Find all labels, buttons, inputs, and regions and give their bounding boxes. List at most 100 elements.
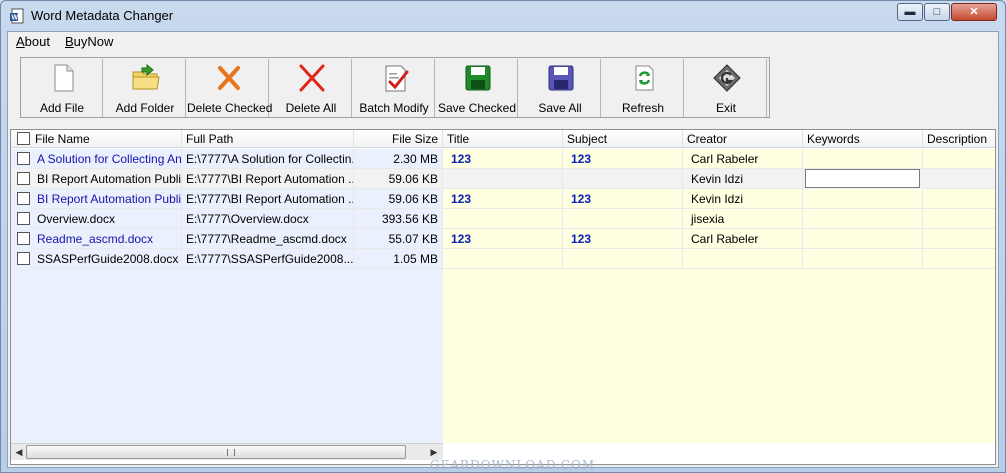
scroll-right-arrow-icon[interactable]: ▶ [428, 446, 440, 458]
keywords-cell[interactable] [803, 149, 923, 169]
subject-cell[interactable] [563, 209, 683, 229]
svg-text:W: W [12, 15, 19, 22]
refresh-button[interactable]: Refresh [602, 59, 684, 117]
delete-all-label: Delete All [285, 101, 337, 115]
batch-modify-label: Batch Modify [359, 101, 429, 115]
file-size-cell: 59.06 KB [354, 189, 443, 209]
creator-cell[interactable]: Carl Rabeler [683, 229, 803, 249]
scroll-left-arrow-icon[interactable]: ◀ [13, 446, 25, 458]
column-header-title[interactable]: Title [443, 130, 563, 148]
table-row[interactable]: BI Report Automation Publis... E:\7777\B… [11, 189, 995, 209]
column-header-full-path[interactable]: Full Path [182, 130, 354, 148]
refresh-label: Refresh [621, 101, 665, 115]
description-cell[interactable] [923, 249, 995, 269]
menu-about-label: bout [24, 34, 50, 49]
title-cell[interactable] [443, 209, 563, 229]
subject-cell[interactable]: 123 [563, 229, 683, 249]
delete-checked-button[interactable]: Delete Checked [187, 59, 272, 117]
file-name-cell: Overview.docx [33, 209, 182, 229]
add-file-button[interactable]: Add File [21, 59, 103, 117]
description-cell[interactable] [923, 209, 995, 229]
file-size-cell: 59.06 KB [354, 169, 443, 189]
description-cell[interactable] [923, 169, 995, 189]
close-button[interactable]: ✕ [951, 3, 997, 21]
keywords-cell[interactable] [803, 249, 923, 269]
select-all-checkbox[interactable] [17, 132, 30, 145]
column-header-keywords[interactable]: Keywords [803, 130, 923, 148]
title-cell[interactable]: 123 [443, 189, 563, 209]
refresh-icon [635, 65, 654, 91]
table-row[interactable]: BI Report Automation Publis... E:\7777\B… [11, 169, 995, 189]
column-header-file-size[interactable]: File Size [354, 130, 443, 148]
description-cell[interactable] [923, 229, 995, 249]
creator-cell[interactable]: jisexia [683, 209, 803, 229]
row-checkbox[interactable] [17, 192, 30, 205]
column-header-file-name[interactable]: File Name [11, 130, 182, 148]
file-name-cell: BI Report Automation Publis... [33, 169, 182, 189]
menu-about[interactable]: About [16, 34, 50, 49]
file-name-cell: Readme_ascmd.docx [33, 229, 182, 249]
delete-all-button[interactable]: Delete All [270, 59, 352, 117]
batch-modify-icon [385, 65, 409, 92]
add-folder-label: Add Folder [115, 101, 175, 115]
title-cell[interactable]: 123 [443, 229, 563, 249]
description-cell[interactable] [923, 149, 995, 169]
save-checked-button[interactable]: Save Checked [436, 59, 518, 117]
menu-buynow[interactable]: BuyNow [65, 34, 113, 49]
add-folder-button[interactable]: Add Folder [104, 59, 186, 117]
keywords-cell[interactable] [803, 209, 923, 229]
subject-cell[interactable] [563, 169, 683, 189]
subject-cell[interactable]: 123 [563, 189, 683, 209]
keywords-cell[interactable] [803, 229, 923, 249]
scroll-thumb[interactable] [26, 445, 406, 459]
delete-all-icon [299, 64, 325, 92]
file-name-cell: BI Report Automation Publis... [33, 189, 182, 209]
horizontal-scrollbar[interactable]: ◀ ▶ [11, 443, 443, 460]
app-window: W Word Metadata Changer ▬ □ ✕ About BuyN… [0, 0, 1006, 473]
file-size-cell: 393.56 KB [354, 209, 443, 229]
window-title: Word Metadata Changer [31, 8, 174, 23]
subject-cell[interactable] [563, 249, 683, 269]
full-path-cell: E:\7777\Readme_ascmd.docx [182, 229, 354, 249]
title-cell[interactable]: 123 [443, 149, 563, 169]
batch-modify-button[interactable]: Batch Modify [353, 59, 435, 117]
row-checkbox[interactable] [17, 232, 30, 245]
table-row[interactable]: Overview.docx E:\7777\Overview.docx 393.… [11, 209, 995, 229]
row-checkbox[interactable] [17, 172, 30, 185]
file-size-cell: 1.05 MB [354, 249, 443, 269]
save-all-button[interactable]: Save All [519, 59, 601, 117]
save-all-label: Save All [538, 101, 582, 115]
file-grid[interactable]: File Name Full Path File Size Title Subj… [10, 129, 996, 465]
exit-button[interactable]: Exit [685, 59, 767, 117]
full-path-cell: E:\7777\A Solution for Collectin... [182, 149, 354, 169]
title-cell[interactable] [443, 249, 563, 269]
creator-cell[interactable]: Kevin Idzi [683, 189, 803, 209]
minimize-button[interactable]: ▬ [897, 3, 923, 21]
creator-cell[interactable] [683, 249, 803, 269]
row-checkbox[interactable] [17, 152, 30, 165]
keywords-cell[interactable] [803, 189, 923, 209]
maximize-button[interactable]: □ [924, 3, 950, 21]
table-row[interactable]: Readme_ascmd.docx E:\7777\Readme_ascmd.d… [11, 229, 995, 249]
title-cell[interactable] [443, 169, 563, 189]
file-name-header-label: File Name [35, 132, 90, 146]
file-size-cell: 55.07 KB [354, 229, 443, 249]
exit-label: Exit [715, 101, 736, 115]
file-name-cell: A Solution for Collecting An... [33, 149, 182, 169]
row-checkbox[interactable] [17, 252, 30, 265]
creator-cell[interactable]: Carl Rabeler [683, 149, 803, 169]
row-checkbox[interactable] [17, 212, 30, 225]
keywords-edit-input[interactable] [805, 169, 920, 188]
title-bar[interactable]: W Word Metadata Changer ▬ □ ✕ [1, 1, 1005, 31]
creator-cell[interactable]: Kevin Idzi [683, 169, 803, 189]
column-header-creator[interactable]: Creator [683, 130, 803, 148]
menu-about-mnemonic: A [16, 34, 25, 49]
column-header-subject[interactable]: Subject [563, 130, 683, 148]
subject-cell[interactable]: 123 [563, 149, 683, 169]
description-cell[interactable] [923, 189, 995, 209]
full-path-cell: E:\7777\BI Report Automation ... [182, 169, 354, 189]
add-file-label: Add File [39, 101, 85, 115]
table-row[interactable]: A Solution for Collecting An... E:\7777\… [11, 149, 995, 169]
table-row[interactable]: SSASPerfGuide2008.docx E:\7777\SSASPerfG… [11, 249, 995, 269]
column-header-description[interactable]: Description [923, 130, 995, 148]
